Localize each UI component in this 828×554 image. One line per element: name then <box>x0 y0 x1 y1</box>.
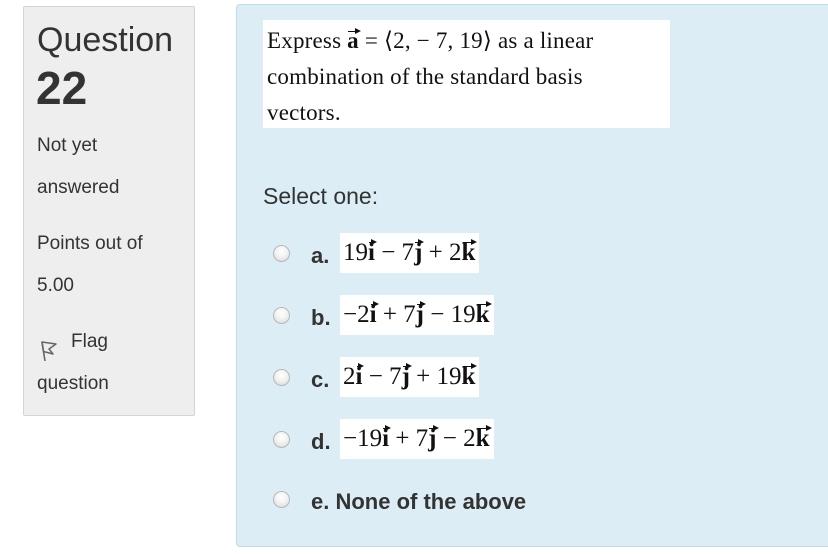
option-b-coef-2: + 7 <box>376 301 416 328</box>
option-c-coef-1: 2 <box>343 363 356 390</box>
option-a-coef-1: 19 <box>343 239 368 266</box>
unit-vector-k: k <box>475 425 490 452</box>
flag-label-line2[interactable]: question <box>37 373 109 395</box>
question-state-line2: answered <box>37 177 120 198</box>
option-c-radio[interactable] <box>273 369 290 386</box>
option-b-math[interactable]: −2i + 7j − 19k <box>340 295 494 335</box>
option-a-coef-2: − 7 <box>374 239 415 266</box>
unit-vector-i: i <box>355 363 363 390</box>
unit-vector-i: i <box>382 425 390 452</box>
unit-vector-k: k <box>461 239 476 266</box>
unit-vector-j: j <box>415 301 424 328</box>
select-one-prompt: Select one: <box>263 183 379 209</box>
flag-label-line1[interactable]: Flag <box>71 331 108 353</box>
question-grade-line1: Points out of <box>37 233 143 254</box>
unit-vector-k: k <box>461 363 476 390</box>
option-c-math[interactable]: 2i − 7j + 19k <box>340 357 480 397</box>
option-c-coef-3: + 19 <box>409 363 462 390</box>
option-b-coef-1: −2 <box>343 301 370 328</box>
question-info-panel: Question 22 Not yet answered Points out … <box>23 6 195 416</box>
option-d-math[interactable]: −19i + 7j − 2k <box>340 419 494 459</box>
flag-icon[interactable] <box>37 339 61 363</box>
option-c-coef-2: − 7 <box>362 363 402 390</box>
question-text-line1: Express a = ⟨2, − 7, 19⟩ as a linear <box>267 23 670 59</box>
option-a-math[interactable]: 19i − 7j + 2k <box>340 233 480 273</box>
option-e-text: None of the above <box>335 489 527 514</box>
option-b-letter[interactable]: b. <box>311 305 331 331</box>
unit-vector-j: j <box>428 425 437 452</box>
option-c-letter[interactable]: c. <box>311 367 329 393</box>
question-text-line2: combination of the standard basis <box>267 64 583 89</box>
option-d-coef-3: − 2 <box>436 425 476 452</box>
option-d-coef-1: −19 <box>343 425 383 452</box>
question-vector-value: = ⟨2, − 7, 19⟩ as a linear <box>358 28 594 53</box>
option-a-radio[interactable] <box>273 245 290 262</box>
option-e-label[interactable]: e. None of the above <box>311 489 526 515</box>
option-d-coef-2: + 7 <box>389 425 429 452</box>
question-content-panel: Express a = ⟨2, − 7, 19⟩ as a linear com… <box>236 4 828 547</box>
option-e-letter: e. <box>311 489 330 514</box>
option-a-coef-3: + 2 <box>422 239 462 266</box>
question-number: 22 <box>36 62 88 114</box>
option-b-coef-3: − 19 <box>424 301 476 328</box>
unit-vector-i: i <box>369 301 377 328</box>
question-state-line1: Not yet <box>37 135 98 156</box>
option-d-letter[interactable]: d. <box>311 429 331 455</box>
question-grade-line2: 5.00 <box>37 275 74 296</box>
question-title: Question <box>37 21 174 59</box>
unit-vector-k: k <box>475 301 490 328</box>
unit-vector-j: j <box>401 363 410 390</box>
question-text: Express a = ⟨2, − 7, 19⟩ as a linear com… <box>263 20 670 128</box>
unit-vector-i: i <box>368 239 375 266</box>
unit-vector-j: j <box>414 239 423 266</box>
option-b-radio[interactable] <box>273 307 290 324</box>
question-text-line3: vectors. <box>267 100 341 125</box>
option-a-letter[interactable]: a. <box>311 243 329 269</box>
vector-a: a <box>347 28 359 53</box>
option-e-radio[interactable] <box>273 491 290 508</box>
option-d-radio[interactable] <box>273 431 290 448</box>
question-prefix: Express <box>267 28 348 53</box>
